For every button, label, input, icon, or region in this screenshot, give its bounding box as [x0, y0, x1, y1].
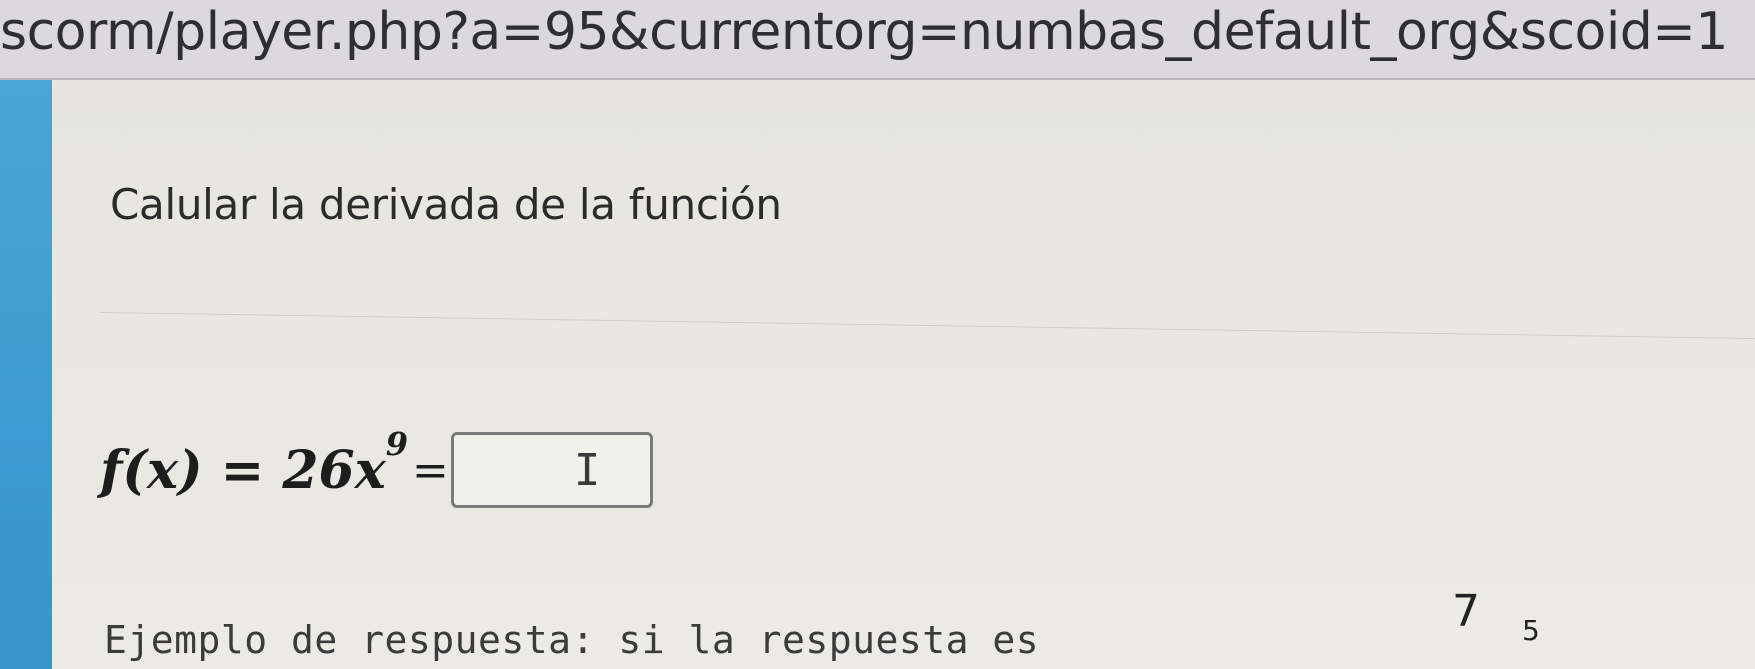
- question-prompt: Calular la derivada de la función: [110, 180, 782, 229]
- example-fraction-numerator: 7: [1452, 586, 1480, 637]
- text-cursor-icon: I: [573, 445, 601, 496]
- function-exponent: 9: [385, 425, 408, 463]
- function-lhs: f(x) = 26x: [100, 439, 386, 501]
- function-expression: f(x) = 26x 9 = I: [100, 410, 653, 530]
- answer-input[interactable]: I: [450, 432, 653, 508]
- sidebar-accent-strip: [0, 80, 52, 669]
- divider: [99, 312, 1755, 339]
- question-panel: Calular la derivada de la función f(x) =…: [52, 80, 1755, 669]
- address-bar[interactable]: scorm/player.php?a=95&currentorg=numbas_…: [0, 0, 1755, 80]
- page: scorm/player.php?a=95&currentorg=numbas_…: [0, 0, 1755, 669]
- example-fraction-exponent: 5: [1522, 614, 1540, 647]
- example-fraction: 7 5: [1452, 586, 1572, 666]
- example-answer-text: Ejemplo de respuesta: si la respuesta es: [104, 618, 1040, 662]
- url-text[interactable]: scorm/player.php?a=95&currentorg=numbas_…: [0, 2, 1728, 62]
- equals-sign: =: [412, 444, 449, 496]
